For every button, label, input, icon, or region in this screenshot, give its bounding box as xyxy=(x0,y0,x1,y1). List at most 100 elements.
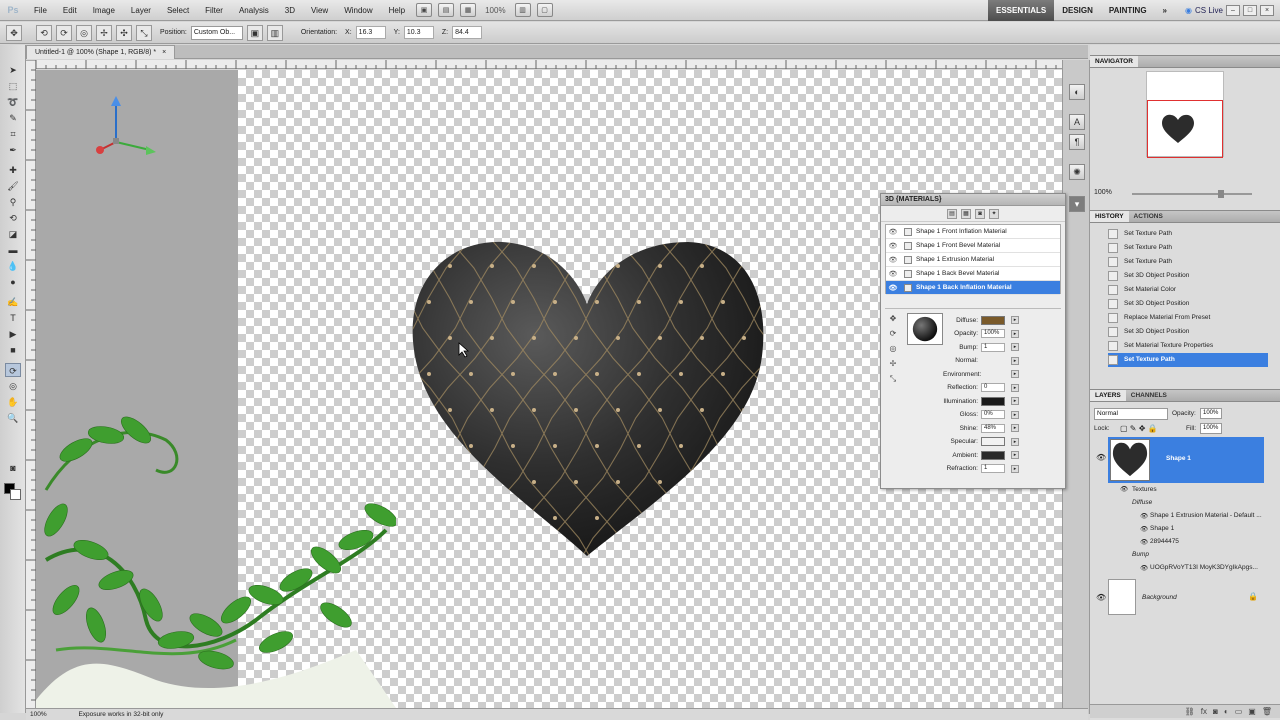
texture-menu-icon[interactable]: ▸ xyxy=(1011,464,1019,473)
texture-menu-icon[interactable]: ▸ xyxy=(1011,356,1019,365)
3d-rotate-tool-icon[interactable]: ⟳ xyxy=(5,363,21,377)
3d-orbit-tool-icon[interactable]: ◎ xyxy=(5,379,21,393)
menu-filter[interactable]: Filter xyxy=(197,6,231,15)
menu-select[interactable]: Select xyxy=(159,6,197,15)
visibility-eye-icon[interactable]: 👁 xyxy=(886,242,900,250)
material-prop-value[interactable]: 0% xyxy=(981,410,1005,419)
menu-layer[interactable]: Layer xyxy=(123,6,159,15)
texture-menu-icon[interactable]: ▸ xyxy=(1011,383,1019,392)
texture-menu-icon[interactable]: ▸ xyxy=(1011,437,1019,446)
background-color-swatch[interactable] xyxy=(10,489,21,500)
texture-menu-icon[interactable]: ▸ xyxy=(1011,451,1019,459)
texture-item[interactable]: UOGpRVoYT13I MoyK3DYgIkApgs... xyxy=(1150,564,1258,571)
history-item[interactable]: Set 3D Object Position xyxy=(1108,297,1268,311)
blur-tool-icon[interactable]: 💧 xyxy=(5,259,21,273)
tab-layers[interactable]: LAYERS xyxy=(1090,390,1126,401)
navigator-preview[interactable] xyxy=(1146,71,1224,158)
history-item[interactable]: Replace Material From Preset xyxy=(1108,311,1268,325)
delete-view-icon[interactable]: ▥ xyxy=(266,24,283,41)
paragraph-panel-icon[interactable]: ¶ xyxy=(1069,134,1085,150)
fill-field[interactable]: 100% xyxy=(1200,423,1222,434)
workspace-essentials[interactable]: ESSENTIALS xyxy=(988,0,1055,21)
zoom-tool-icon[interactable]: 🔍 xyxy=(5,411,21,425)
menu-analysis[interactable]: Analysis xyxy=(231,6,277,15)
menu-window[interactable]: Window xyxy=(336,6,380,15)
dodge-tool-icon[interactable]: ● xyxy=(5,275,21,289)
material-row-selected[interactable]: 👁 Shape 1 Back Inflation Material xyxy=(886,281,1060,295)
blend-mode-select[interactable]: Normal xyxy=(1094,408,1168,420)
3d-panel-icon[interactable]: ◐ xyxy=(1069,84,1085,100)
z-field[interactable]: 84.4 xyxy=(452,26,483,39)
history-item[interactable]: Set Material Color xyxy=(1108,283,1268,297)
maximize-icon[interactable]: □ xyxy=(1243,4,1257,16)
quick-select-tool-icon[interactable]: ✎ xyxy=(5,111,21,125)
background-layer-name[interactable]: Background xyxy=(1142,594,1177,601)
history-item[interactable]: Set 3D Object Position xyxy=(1108,325,1268,339)
lasso-tool-icon[interactable]: ➰ xyxy=(5,95,21,109)
zoom-level-dropdown[interactable]: 100% xyxy=(485,6,505,15)
marquee-tool-icon[interactable]: ⬚ xyxy=(5,79,21,93)
material-rotate-tool-icon[interactable]: ◎ xyxy=(887,343,899,355)
new-group-icon[interactable]: ▭ xyxy=(1235,707,1243,716)
filter-meshes-icon[interactable]: ▦ xyxy=(961,208,971,219)
adjustment-layer-icon[interactable]: ◐ xyxy=(1224,707,1229,716)
history-item[interactable]: Set Texture Path xyxy=(1108,227,1268,241)
hand-tool-icon[interactable]: ✋ xyxy=(5,395,21,409)
visibility-eye-icon[interactable]: 👁 xyxy=(886,284,900,292)
visibility-eye-icon[interactable]: 👁 xyxy=(886,256,900,264)
tool-preset-icon[interactable]: ✥ xyxy=(6,24,22,41)
material-color-swatch[interactable] xyxy=(981,437,1005,446)
3d-axis-widget[interactable] xyxy=(94,94,164,164)
eyedropper-tool-icon[interactable]: ✒ xyxy=(5,143,21,157)
texture-eye-icon[interactable]: 👁 xyxy=(1140,525,1148,533)
texture-menu-icon[interactable]: ▸ xyxy=(1011,370,1019,378)
material-prop-value[interactable]: 1 xyxy=(981,464,1005,473)
texture-menu-icon[interactable]: ▸ xyxy=(1011,316,1019,324)
texture-eye-icon[interactable]: 👁 xyxy=(1140,564,1148,572)
screen-mode-icon[interactable]: ▢ xyxy=(536,3,553,17)
new-layer-icon[interactable]: ▣ xyxy=(1248,707,1256,716)
filter-materials-icon[interactable]: ◙ xyxy=(975,208,985,219)
texture-menu-icon[interactable]: ▸ xyxy=(1011,329,1019,338)
textures-eye-icon[interactable]: 👁 xyxy=(1120,485,1128,493)
healing-brush-tool-icon[interactable]: ✚ xyxy=(5,163,21,177)
layer-style-icon[interactable]: fx xyxy=(1201,707,1207,716)
navigator-zoom-value[interactable]: 100% xyxy=(1094,189,1112,196)
material-prop-value[interactable]: 100% xyxy=(981,329,1005,338)
texture-item[interactable]: Shape 1 xyxy=(1150,525,1174,532)
menu-file[interactable]: File xyxy=(26,6,55,15)
scale-3d-icon[interactable]: ⤡ xyxy=(136,24,152,41)
arrange-documents-icon[interactable]: ▥ xyxy=(514,3,531,17)
rotate-3d-icon[interactable]: ⟳ xyxy=(56,24,72,41)
filter-scene-icon[interactable]: ▤ xyxy=(947,208,957,219)
material-row[interactable]: 👁 Shape 1 Extrusion Material xyxy=(886,253,1060,267)
menu-edit[interactable]: Edit xyxy=(55,6,85,15)
tab-navigator[interactable]: NAVIGATOR xyxy=(1090,56,1138,67)
crop-tool-icon[interactable]: ⌗ xyxy=(5,127,21,141)
layer-visibility-eye-icon[interactable]: 👁 xyxy=(1096,453,1106,462)
workspace-design[interactable]: DESIGN xyxy=(1054,0,1101,21)
material-select-tool-icon[interactable]: ✥ xyxy=(887,313,899,325)
position-select[interactable]: Custom Ob... xyxy=(190,25,243,40)
minimize-icon[interactable]: – xyxy=(1226,4,1240,16)
pen-tool-icon[interactable]: ✍ xyxy=(5,295,21,309)
cs-live-button[interactable]: ◉ CS Live xyxy=(1185,6,1223,15)
history-item[interactable]: Set Texture Path xyxy=(1108,255,1268,269)
texture-eye-icon[interactable]: 👁 xyxy=(1140,538,1148,546)
return-to-initial-position-icon[interactable]: ⟲ xyxy=(36,24,52,41)
tab-history[interactable]: HISTORY xyxy=(1090,211,1129,222)
layer-shape-1[interactable]: Shape 1 xyxy=(1108,437,1264,483)
material-prop-value[interactable]: 48% xyxy=(981,423,1005,433)
material-color-swatch[interactable] xyxy=(981,396,1005,406)
history-item-selected[interactable]: Set Texture Path xyxy=(1108,353,1268,367)
history-item[interactable]: Set Material Texture Properties xyxy=(1108,339,1268,353)
lock-icons[interactable]: ▢ ✎ ✥ 🔒 xyxy=(1120,424,1158,433)
gradient-tool-icon[interactable]: ▬ xyxy=(5,243,21,257)
texture-eye-icon[interactable]: 👁 xyxy=(1140,512,1148,520)
slide-3d-icon[interactable]: ✣ xyxy=(116,24,132,41)
history-item[interactable]: Set 3D Object Position xyxy=(1108,269,1268,283)
material-drop-tool-icon[interactable]: ⟳ xyxy=(887,328,899,340)
y-field[interactable]: 10.3 xyxy=(403,26,434,39)
tab-channels[interactable]: CHANNELS xyxy=(1126,390,1172,401)
navigator-zoom-slider[interactable] xyxy=(1132,193,1252,195)
